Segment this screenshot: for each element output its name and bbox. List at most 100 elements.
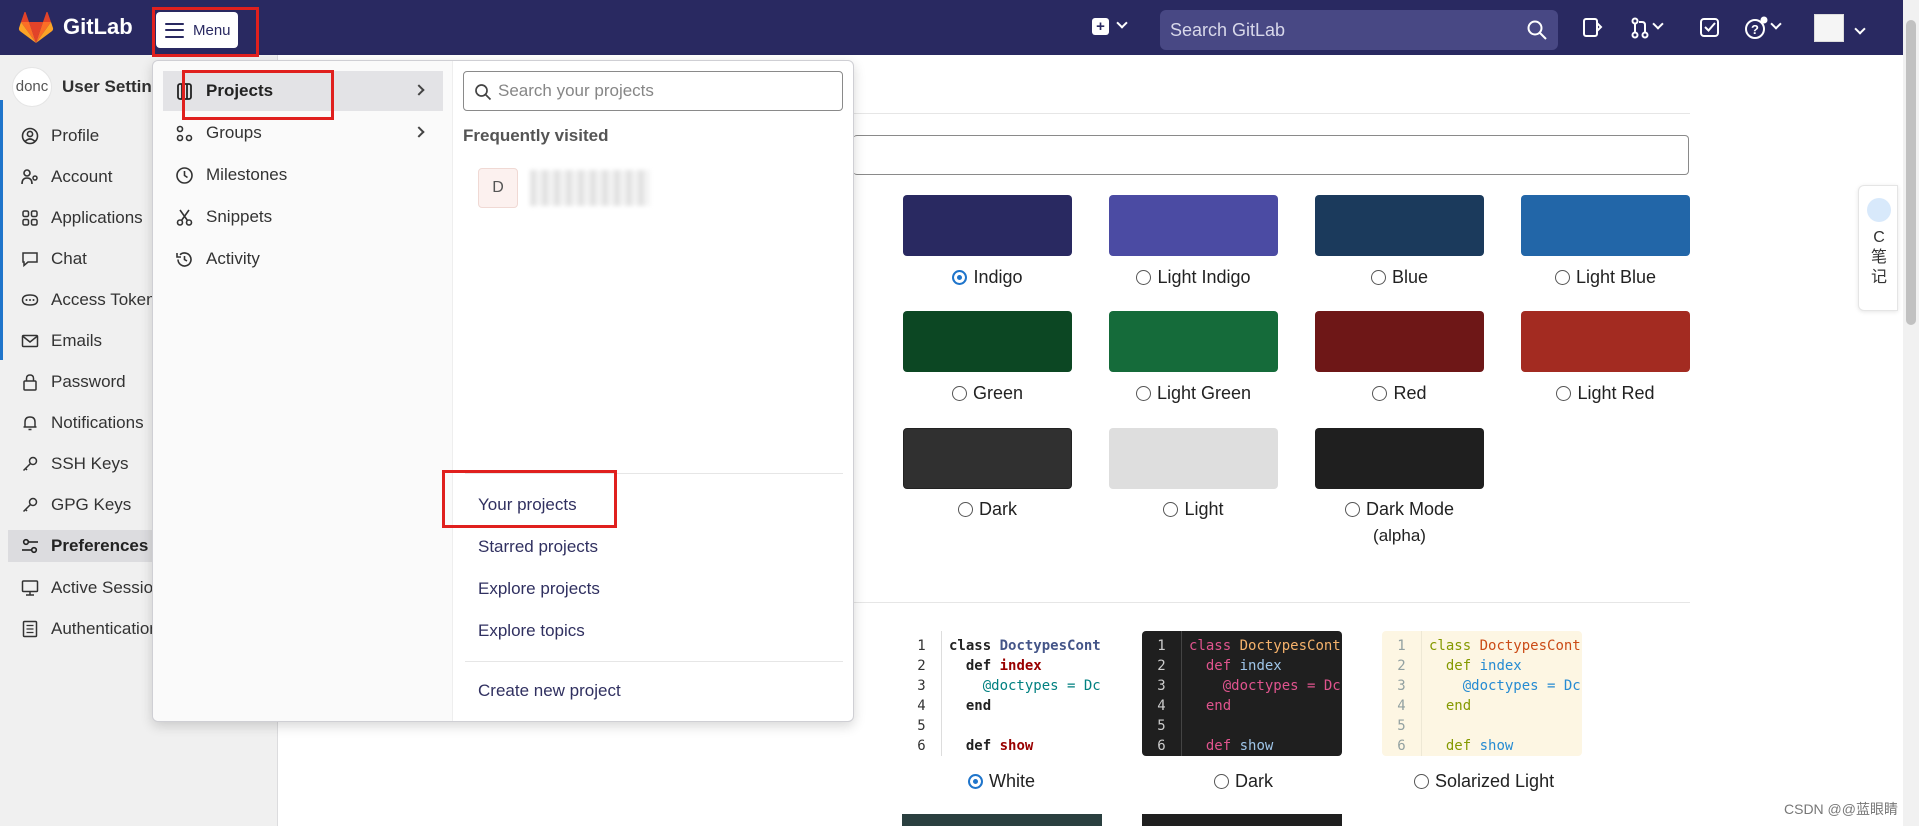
create-new-button[interactable]: + (1092, 16, 1128, 35)
your-projects-link[interactable]: Your projects (478, 495, 577, 515)
sidebar-item-account[interactable]: Account (21, 161, 112, 193)
starred-projects-link[interactable]: Starred projects (478, 537, 598, 557)
merge-request-icon (1631, 17, 1649, 39)
chat-icon (22, 252, 38, 268)
theme-label: Light Red (1577, 383, 1655, 403)
sidebar-item-ssh-keys[interactable]: SSH Keys (21, 448, 128, 480)
syntax-preview-solarized-light[interactable]: 123456 class DoctypesCont def index @doc… (1382, 631, 1582, 756)
scrollbar-thumb[interactable] (1906, 20, 1916, 325)
brand-name[interactable]: GitLab (63, 14, 133, 40)
frequent-project-item[interactable]: D (478, 168, 650, 208)
project-search[interactable] (463, 71, 843, 111)
theme-swatch-light-blue[interactable] (1521, 195, 1690, 256)
menu-item-groups[interactable]: Groups (163, 113, 443, 153)
section-divider (853, 113, 1690, 114)
syntax-label: Solarized Light (1435, 771, 1555, 791)
sidebar-item-password[interactable]: Password (21, 366, 126, 398)
syntax-preview-none[interactable] (1382, 814, 1582, 826)
theme-radio-light-green[interactable]: Light Green (1109, 383, 1278, 404)
explore-topics-link[interactable]: Explore topics (478, 621, 585, 641)
syntax-preview-monokai[interactable] (902, 814, 1102, 826)
sidebar-item-authentication[interactable]: Authentication (21, 613, 159, 645)
sidebar-item-label: Chat (51, 249, 87, 268)
radio-icon (1370, 270, 1386, 285)
csdn-note-widget[interactable]: C 笔 记 (1858, 185, 1898, 311)
search-icon (475, 84, 492, 101)
menu-button-label: Menu (193, 21, 231, 39)
sidebar-item-label: Emails (51, 331, 103, 350)
line-numbers: 123456 (902, 631, 942, 756)
menu-item-activity[interactable]: Activity (163, 239, 443, 279)
project-icon (177, 82, 192, 100)
theme-swatch-light-green[interactable] (1109, 311, 1278, 372)
theme-swatch-light[interactable] (1109, 428, 1278, 489)
user-avatar[interactable] (1814, 14, 1844, 42)
theme-swatch-dark[interactable] (903, 428, 1072, 489)
chevron-down-icon[interactable] (1854, 23, 1866, 35)
theme-swatch-blue[interactable] (1315, 195, 1484, 256)
settings-search-input[interactable] (853, 135, 1689, 175)
todo-icon[interactable] (1699, 16, 1721, 40)
project-search-input[interactable] (498, 72, 828, 110)
syntax-radio-white[interactable]: White (968, 771, 1035, 792)
sidebar-item-gpg-keys[interactable]: GPG Keys (21, 489, 131, 521)
sidebar-item-access-tokens[interactable]: Access Tokens (21, 284, 164, 316)
theme-radio-indigo[interactable]: Indigo (903, 267, 1072, 288)
sidebar-item-label: Password (51, 372, 126, 391)
theme-radio-light[interactable]: Light (1109, 499, 1278, 520)
bell-icon (23, 416, 37, 431)
theme-label: Dark Mode (1365, 499, 1455, 519)
code-sample: class DoctypesCont def index @doctypes =… (1189, 638, 1341, 754)
theme-radio-light-indigo[interactable]: Light Indigo (1109, 267, 1278, 288)
search-icon (1527, 20, 1547, 40)
merge-requests-button[interactable] (1630, 16, 1664, 40)
theme-swatch-light-indigo[interactable] (1109, 195, 1278, 256)
sidebar-user-header[interactable]: donc User Settings (12, 67, 172, 107)
svg-text:?: ? (1751, 22, 1759, 37)
create-new-project-link[interactable]: Create new project (478, 681, 621, 701)
theme-swatch-light-red[interactable] (1521, 311, 1690, 372)
menu-item-projects[interactable]: Projects (163, 71, 443, 111)
theme-radio-dark-mode[interactable]: Dark Mode (1315, 499, 1484, 520)
theme-swatch-green[interactable] (903, 311, 1072, 372)
page-scrollbar[interactable] (1903, 0, 1919, 826)
applications-icon (22, 210, 38, 226)
theme-swatch-red[interactable] (1315, 311, 1484, 372)
issues-icon[interactable] (1581, 16, 1603, 40)
theme-radio-blue[interactable]: Blue (1315, 267, 1484, 288)
sidebar-item-profile[interactable]: Profile (21, 120, 99, 152)
theme-radio-light-blue[interactable]: Light Blue (1521, 267, 1690, 288)
sidebar-item-applications[interactable]: Applications (21, 202, 143, 234)
radio-icon (957, 502, 973, 517)
syntax-preview-dark[interactable]: 123456 class DoctypesCont def index @doc… (1142, 631, 1342, 756)
global-search-input[interactable] (1170, 10, 1510, 50)
menu-item-snippets[interactable]: Snippets (163, 197, 443, 237)
syntax-radio-dark[interactable]: Dark (1214, 771, 1273, 792)
sidebar-item-emails[interactable]: Emails (21, 325, 102, 357)
syntax-radio-solarized-light[interactable]: Solarized Light (1414, 771, 1554, 792)
explore-projects-link[interactable]: Explore projects (478, 579, 600, 599)
menu-item-label: Snippets (206, 207, 273, 226)
help-button[interactable]: ? (1744, 16, 1782, 40)
project-avatar: D (478, 168, 518, 208)
theme-swatch-indigo[interactable] (903, 195, 1072, 256)
syntax-label: Dark (1235, 771, 1274, 791)
sidebar-item-chat[interactable]: Chat (21, 243, 87, 275)
theme-label: Green (972, 383, 1024, 403)
syntax-preview-solarized-dark[interactable] (1142, 814, 1342, 826)
theme-radio-green[interactable]: Green (903, 383, 1072, 404)
theme-radio-red[interactable]: Red (1315, 383, 1484, 404)
line-numbers: 123456 (1142, 631, 1182, 756)
syntax-preview-white[interactable]: 123456 class DoctypesCont def index @doc… (902, 631, 1102, 756)
sidebar-item-notifications[interactable]: Notifications (21, 407, 144, 439)
radio-icon (1372, 386, 1388, 401)
theme-label: Light Blue (1575, 267, 1657, 287)
global-search[interactable] (1160, 10, 1558, 50)
sidebar-item-active-sessions[interactable]: Active Sessions (21, 572, 171, 604)
theme-swatch-dark-mode[interactable] (1315, 428, 1484, 489)
theme-radio-light-red[interactable]: Light Red (1521, 383, 1690, 404)
menu-item-milestones[interactable]: Milestones (163, 155, 443, 195)
theme-radio-dark[interactable]: Dark (903, 499, 1072, 520)
gitlab-logo-icon[interactable] (18, 12, 54, 44)
menu-button[interactable]: Menu (156, 12, 238, 48)
